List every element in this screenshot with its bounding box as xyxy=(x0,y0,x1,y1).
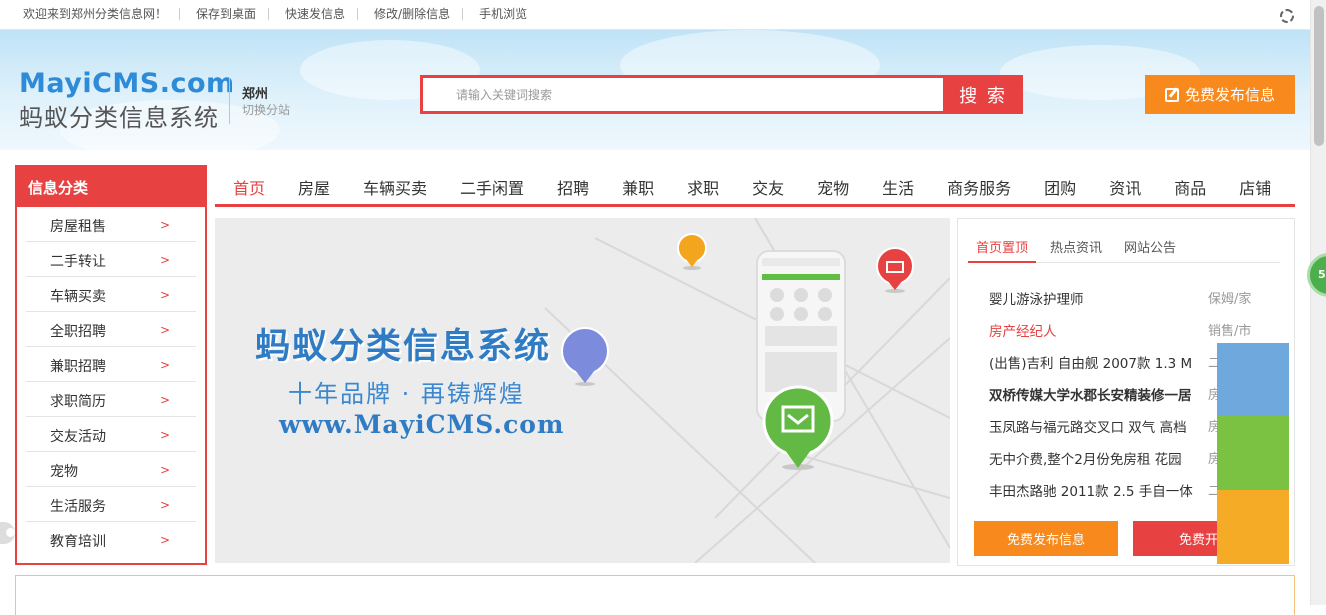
chevron-right-icon: > xyxy=(159,218,170,232)
nav-home[interactable]: 首页 xyxy=(233,165,265,204)
mobile-view-link[interactable]: 手机浏览 xyxy=(479,8,539,20)
tab-hot-news[interactable]: 热点资讯 xyxy=(1042,237,1110,263)
floating-block-green[interactable] xyxy=(1217,416,1289,490)
chevron-right-icon: > xyxy=(159,498,170,512)
site-logo-cn[interactable]: 蚂蚁分类信息系统 xyxy=(19,98,219,133)
banner-subtitle: 十年品牌 · 再铸辉煌 xyxy=(288,380,525,408)
panel-tabs: 首页置顶 热点资讯 网站公告 xyxy=(968,237,1280,263)
left-edge-tab[interactable] xyxy=(0,522,15,544)
content-section-box xyxy=(15,575,1295,615)
nav-goods[interactable]: 商品 xyxy=(1174,165,1206,204)
site-header: MayiCMS.com 蚂蚁分类信息系统 郑州 切换分站 搜 索 免费发布信息 xyxy=(0,30,1310,160)
current-city: 郑州 xyxy=(242,87,269,102)
site-logo-en[interactable]: MayiCMS.com xyxy=(19,68,235,99)
nav-life[interactable]: 生活 xyxy=(882,165,914,204)
chevron-right-icon: > xyxy=(159,288,170,302)
sidebar-item-pets[interactable]: 宠物 > xyxy=(26,452,196,487)
panel-post-button[interactable]: 免费发布信息 xyxy=(974,521,1118,556)
sidebar-item-dating[interactable]: 交友活动 > xyxy=(26,417,196,452)
chevron-right-icon: > xyxy=(159,533,170,547)
nav-house[interactable]: 房屋 xyxy=(298,165,330,204)
floating-block-orange[interactable] xyxy=(1217,490,1289,564)
list-item[interactable]: 婴儿游泳护理师 保姆/家 xyxy=(989,285,1289,317)
sidebar-title: 信息分类 xyxy=(17,167,205,207)
sidebar-item-life-services[interactable]: 生活服务 > xyxy=(26,487,196,522)
banner-url: www.MayiCMS.com xyxy=(279,410,565,439)
welcome-text: 欢迎来到郑州分类信息网！ xyxy=(23,8,181,20)
nav-secondhand[interactable]: 二手闲置 xyxy=(460,165,524,204)
chevron-right-icon: > xyxy=(159,358,170,372)
promo-banner[interactable]: 蚂蚁分类信息系统 十年品牌 · 再铸辉煌 www.MayiCMS.com xyxy=(215,218,950,563)
banner-title: 蚂蚁分类信息系统 xyxy=(255,327,552,367)
edit-icon xyxy=(1164,87,1179,102)
search-input[interactable] xyxy=(423,78,944,111)
floating-block-blue[interactable] xyxy=(1217,343,1289,416)
search-box xyxy=(420,75,944,114)
nav-pets[interactable]: 宠物 xyxy=(817,165,849,204)
sidebar-item-vehicles[interactable]: 车辆买卖 > xyxy=(26,277,196,312)
top-bar: 欢迎来到郑州分类信息网！ 保存到桌面 快速发信息 修改/删除信息 手机浏览 xyxy=(0,0,1310,30)
nav-stores[interactable]: 店铺 xyxy=(1239,165,1271,204)
tab-top-posts[interactable]: 首页置顶 xyxy=(968,237,1037,263)
nav-jobs[interactable]: 招聘 xyxy=(557,165,589,204)
nav-vehicles[interactable]: 车辆买卖 xyxy=(363,165,427,204)
tab-announcements[interactable]: 网站公告 xyxy=(1116,237,1184,263)
sidebar-item-fulltime-jobs[interactable]: 全职招聘 > xyxy=(26,312,196,347)
search-button[interactable]: 搜 索 xyxy=(943,75,1023,114)
vertical-scrollbar[interactable] xyxy=(1310,0,1326,605)
main-nav: 首页 房屋 车辆买卖 二手闲置 招聘 兼职 求职 交友 宠物 生活 商务服务 团… xyxy=(215,165,1295,207)
sidebar-item-resumes[interactable]: 求职简历 > xyxy=(26,382,196,417)
nav-news[interactable]: 资讯 xyxy=(1109,165,1141,204)
nav-jobseek[interactable]: 求职 xyxy=(687,165,719,204)
chevron-right-icon: > xyxy=(159,393,170,407)
chevron-right-icon: > xyxy=(159,323,170,337)
scrollbar-thumb[interactable] xyxy=(1314,6,1324,146)
edit-delete-link[interactable]: 修改/删除信息 xyxy=(374,8,464,20)
post-info-button[interactable]: 免费发布信息 xyxy=(1145,75,1295,114)
nav-dating[interactable]: 交友 xyxy=(752,165,784,204)
nav-parttime[interactable]: 兼职 xyxy=(622,165,654,204)
sidebar-item-education[interactable]: 教育培训 > xyxy=(26,522,196,557)
category-sidebar: 信息分类 房屋租售 > 二手转让 > 车辆买卖 > 全职招聘 > 兼职招聘 > 求职简历 >… xyxy=(15,165,207,565)
sidebar-item-secondhand[interactable]: 二手转让 > xyxy=(26,242,196,277)
sidebar-item-parttime-jobs[interactable]: 兼职招聘 > xyxy=(26,347,196,382)
save-to-desktop-link[interactable]: 保存到桌面 xyxy=(196,8,270,20)
quick-post-link[interactable]: 快速发信息 xyxy=(285,8,359,20)
loading-spinner-icon xyxy=(1280,9,1294,23)
switch-city-link[interactable]: 切换分站 xyxy=(242,101,290,118)
logo-divider xyxy=(229,78,230,124)
nav-business[interactable]: 商务服务 xyxy=(947,165,1011,204)
sidebar-item-house[interactable]: 房屋租售 > xyxy=(26,207,196,242)
nav-groupbuy[interactable]: 团购 xyxy=(1044,165,1076,204)
top-links: 欢迎来到郑州分类信息网！ 保存到桌面 快速发信息 修改/删除信息 手机浏览 xyxy=(23,8,555,20)
chevron-right-icon: > xyxy=(159,463,170,477)
chevron-right-icon: > xyxy=(159,253,170,267)
post-info-label: 免费发布信息 xyxy=(1184,86,1275,104)
chevron-right-icon: > xyxy=(159,428,170,442)
